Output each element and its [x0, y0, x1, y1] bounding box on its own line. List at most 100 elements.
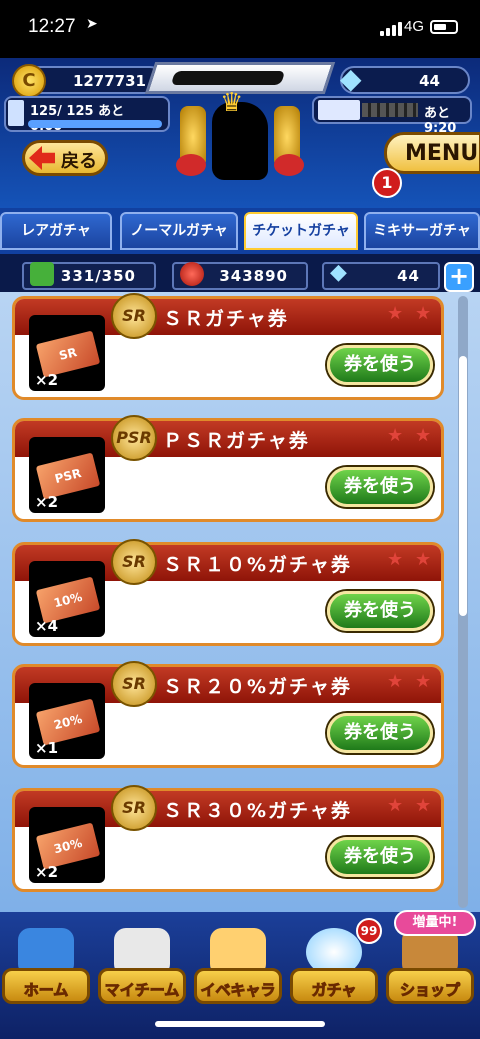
ticket-quantity: ×4 — [35, 617, 59, 635]
coin-icon: C — [12, 64, 46, 98]
shop-banner-badge: 増量中! — [394, 910, 476, 936]
location-arrow-icon: ➤ — [86, 16, 98, 32]
nav-shop[interactable]: ショップ — [386, 924, 474, 1004]
nav-home[interactable]: ホーム — [2, 924, 90, 1004]
use-ticket-button[interactable]: 券を使う — [327, 713, 433, 753]
ticket-thumbnail: 30% ×2 — [29, 807, 105, 883]
coin-counter: C 1277731 — [12, 64, 164, 98]
player-avatar[interactable]: ♛ — [170, 88, 310, 192]
use-ticket-button[interactable]: 券を使う — [327, 345, 433, 385]
menu-button[interactable]: MENU — [384, 132, 480, 174]
gem-counter-2: ◆ 44 — [322, 262, 440, 290]
sr-emblem-icon: SR — [111, 785, 157, 831]
ticket-card: ★ ★ SR ＳＲ３０%ガチャ券 30% ×2 券を使う — [12, 785, 444, 892]
ticket-name: ＳＲガチャ券 — [163, 308, 289, 330]
add-gems-button[interactable]: + — [444, 262, 474, 292]
ticket-name: ＳＲ１０%ガチャ券 — [163, 554, 352, 576]
gem-value: 44 — [419, 72, 440, 90]
scrollbar-thumb[interactable] — [459, 356, 467, 616]
menu-label: MENU — [405, 141, 479, 166]
ticket-thumbnail: PSR ×2 — [29, 437, 105, 513]
star-icon: ★ — [415, 425, 432, 446]
box-value: 331/350 — [60, 267, 136, 285]
use-ticket-button[interactable]: 券を使う — [327, 591, 433, 631]
ribbon-right-icon — [274, 154, 304, 176]
ball-icon — [180, 262, 204, 286]
nav-my-team[interactable]: マイチーム — [98, 924, 186, 1004]
crown-icon: ♛ — [220, 88, 244, 118]
use-ticket-button[interactable]: 券を使う — [327, 467, 433, 507]
coin-value: 1277731 — [72, 72, 146, 90]
star-icon: ★ — [415, 303, 432, 324]
status-bar: 12:27 ➤ 4G — [0, 0, 480, 58]
star-icon: ★ — [387, 795, 404, 816]
gacha-badge: 99 — [356, 918, 382, 944]
use-ticket-button[interactable]: 券を使う — [327, 837, 433, 877]
tab-mixer-gacha[interactable]: ミキサーガチャ — [364, 212, 480, 250]
ticket-quantity: ×2 — [35, 371, 59, 389]
ticket-thumbnail: SR ×2 — [29, 315, 105, 391]
ticket-thumbnail: 10% ×4 — [29, 561, 105, 637]
ticket-meter: あと 9:20 — [312, 96, 472, 136]
stamina-icon — [8, 100, 24, 126]
nav-home-label: ホーム — [23, 981, 69, 1000]
ticket-gauge — [362, 103, 418, 117]
nav-event-chara[interactable]: イベキャラ — [194, 924, 282, 1004]
psr-emblem-icon: PSR — [111, 415, 157, 461]
menu-notification-badge: 1 — [372, 168, 402, 198]
sr-emblem-icon: SR — [111, 661, 157, 707]
gem-value-2: 44 — [397, 267, 420, 285]
nav-gacha-label: ガチャ — [311, 981, 357, 1000]
signal-icon — [380, 22, 402, 36]
ticket-quantity: ×2 — [35, 863, 59, 881]
ticket-timer: あと 9:20 — [424, 106, 464, 136]
ticket-name: ＳＲ３０%ガチャ券 — [163, 800, 352, 822]
ticket-quantity: ×1 — [35, 739, 59, 757]
star-icon: ★ — [415, 671, 432, 692]
star-icon: ★ — [415, 795, 432, 816]
diamond-icon: ◆ — [340, 62, 362, 95]
home-indicator[interactable] — [155, 1021, 325, 1027]
nav-shop-label: ショップ — [399, 981, 460, 1000]
sr-emblem-icon: SR — [111, 539, 157, 585]
back-label: 戻る — [61, 151, 97, 172]
stamina-value: 125/ 125 あと 0:00 — [30, 104, 137, 134]
ticket-card: ★ ★ PSR ＰＳＲガチャ券 PSR ×2 券を使う — [12, 415, 444, 522]
ticket-icon — [318, 100, 360, 120]
status-time: 12:27 — [28, 16, 76, 37]
star-icon: ★ — [415, 549, 432, 570]
network-type: 4G — [404, 18, 425, 35]
scrollbar[interactable] — [458, 296, 468, 908]
tab-rare-gacha[interactable]: レアガチャ — [0, 212, 112, 250]
star-icon: ★ — [387, 549, 404, 570]
ticket-quantity: ×2 — [35, 493, 59, 511]
sr-emblem-icon: SR — [111, 293, 157, 339]
stamina-bar — [28, 120, 162, 128]
tab-ticket-gacha[interactable]: チケットガチャ — [244, 212, 358, 250]
back-arrow-icon — [29, 146, 55, 170]
diamond-icon: ◆ — [330, 260, 348, 285]
ticket-card: ★ ★ SR ＳＲ１０%ガチャ券 10% ×4 券を使う — [12, 539, 444, 646]
stamina-meter: 125/ 125 あと 0:00 — [4, 96, 170, 134]
redacted-name — [170, 71, 286, 85]
ticket-name: ＰＳＲガチャ券 — [163, 430, 310, 452]
star-icon: ★ — [387, 425, 404, 446]
nav-my-team-label: マイチーム — [104, 981, 180, 1000]
back-button[interactable]: 戻る — [22, 140, 108, 176]
battery-icon — [430, 20, 458, 34]
gacha-tabs: レアガチャ ノーマルガチャ チケットガチャ ミキサーガチャ — [0, 208, 480, 254]
ticket-card: ★ ★ SR ＳＲ２０%ガチャ券 20% ×1 券を使う — [12, 661, 444, 768]
gem-counter: ◆ 44 — [340, 62, 470, 95]
ticket-name: ＳＲ２０%ガチャ券 — [163, 676, 352, 698]
ball-counter: 343890 — [172, 262, 308, 290]
box-icon — [30, 262, 54, 286]
ticket-thumbnail: 20% ×1 — [29, 683, 105, 759]
ticket-card: ★ ★ SR ＳＲガチャ券 SR ×2 券を使う — [12, 293, 444, 400]
tab-normal-gacha[interactable]: ノーマルガチャ — [120, 212, 238, 250]
box-counter: 331/350 — [22, 262, 156, 290]
star-icon: ★ — [387, 671, 404, 692]
star-icon: ★ — [387, 303, 404, 324]
nav-event-chara-label: イベキャラ — [200, 981, 276, 1000]
ribbon-left-icon — [176, 154, 206, 176]
ball-value: 343890 — [219, 267, 288, 285]
